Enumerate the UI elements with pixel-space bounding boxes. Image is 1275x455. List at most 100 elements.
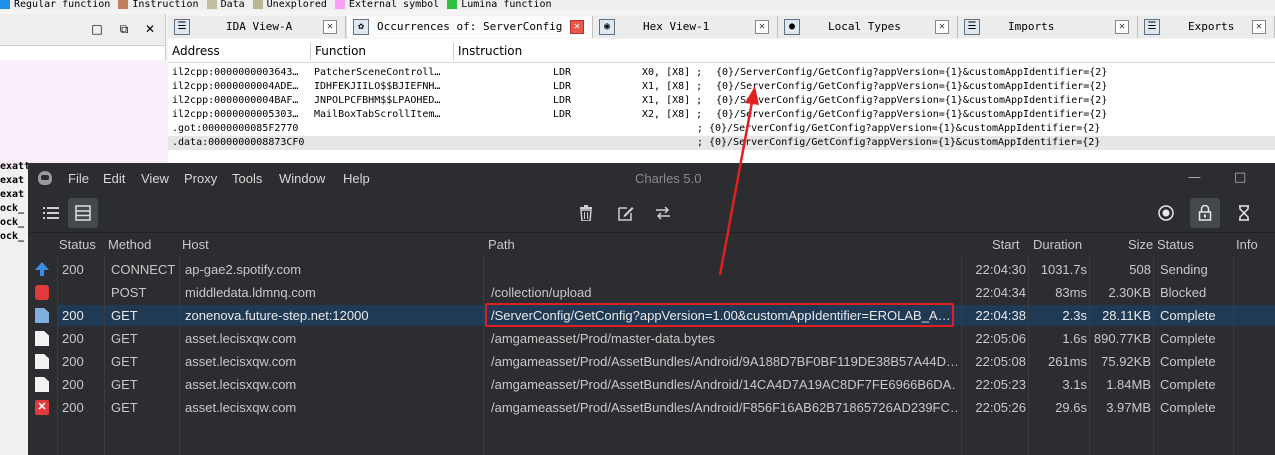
request-row[interactable]: 200 GET asset.lecisxqw.com/amgameasset/Pro… [28, 350, 1275, 373]
function-name-fragment[interactable]: exat [0, 188, 28, 202]
menu-proxy[interactable]: Proxy [184, 171, 217, 187]
column-host[interactable]: Host [182, 234, 209, 256]
ida-tabbar: ☰ IDA View-A ✕ ✿ Occurrences of: ServerConfi… [168, 16, 1275, 38]
occurrences-header: Address Function Instruction [168, 39, 1275, 63]
requests-table: Status Method Host Path Start Duration S… [28, 234, 1275, 455]
occurrence-row[interactable]: il2cpp:0000000005303… MailBoxTabScrollIte… [168, 108, 1275, 122]
request-row[interactable]: POST middledata.ldmnq.com/collection/uplo… [28, 281, 1275, 304]
function-name-fragment[interactable]: ock_ [0, 202, 28, 216]
request-state: Complete [1160, 400, 1216, 415]
window-title: Charles 5.0 [635, 171, 702, 186]
occurrence-row[interactable]: il2cpp:0000000004ADE… IDHFEKJIILO$$BJIEFN… [168, 80, 1275, 94]
tab-local-types[interactable]: ● Local Types ✕ [778, 16, 958, 38]
function-name-fragment[interactable]: ock_ [0, 216, 28, 230]
request-duration: 2.3s [1062, 308, 1087, 323]
occurrence-comment: {0}/ServerConfig/GetConfig?appVersion={1… [716, 109, 1108, 120]
request-row[interactable]: 200 GET asset.lecisxqw.com/amgameasset/Pro… [28, 327, 1275, 350]
column-start[interactable]: Start [992, 234, 1019, 256]
record-button[interactable] [1151, 198, 1181, 228]
ssl-proxying-button[interactable] [1190, 198, 1220, 228]
tab-imports[interactable]: ☰ Imports ✕ [958, 16, 1138, 38]
occurrence-operands: X1, [X8] ; [642, 95, 703, 106]
request-host: asset.lecisxqw.com [185, 354, 297, 369]
occurrence-row[interactable]: .data:0000000008873CF0; {0}/ServerConfig/… [168, 136, 1275, 150]
request-path: /collection/upload [491, 285, 592, 300]
request-row[interactable]: ✕ 200 GET asset.lecisxqw.com/amgameasset/Pr… [28, 396, 1275, 419]
menu-file[interactable]: File [68, 171, 89, 187]
tab-exports[interactable]: ☰ Exports ✕ [1138, 16, 1275, 38]
occurrence-row[interactable]: il2cpp:0000000003643… PatcherSceneControl… [168, 66, 1275, 80]
column-state[interactable]: Status [1157, 234, 1194, 256]
request-start: 22:04:34 [975, 285, 1026, 300]
minimize-icon[interactable]: — [1188, 171, 1201, 185]
function-name-fragment[interactable]: exat [0, 174, 28, 188]
hex-view-icon: ◉ [599, 19, 615, 35]
column-status[interactable]: Status [59, 234, 96, 256]
legend-label: Instruction [132, 0, 199, 10]
request-status: 200 [62, 262, 84, 277]
occurrence-function: PatcherSceneControll… [314, 67, 441, 78]
menu-edit[interactable]: Edit [103, 171, 125, 187]
maximize-icon[interactable]: □ [90, 22, 104, 36]
occurrence-address: il2cpp:0000000005303… [172, 109, 299, 120]
legend-item: Instruction [118, 0, 199, 10]
tab-occurrences-of-serverconfig[interactable]: ✿ Occurrences of: ServerConfig ✕ [347, 16, 593, 38]
function-names-fragment: exatt exat exat ock_ ock_ ock_ [0, 160, 28, 244]
request-row[interactable]: 200 GET asset.lecisxqw.com/amgameasset/Pro… [28, 373, 1275, 396]
menu-window[interactable]: Window [279, 171, 325, 187]
close-icon[interactable]: ✕ [143, 22, 157, 36]
tree-list-icon [43, 207, 59, 219]
close-tab-icon[interactable]: ✕ [1115, 20, 1129, 34]
column-instruction[interactable]: Instruction [458, 39, 522, 63]
occurrence-mnemonic: LDR [553, 81, 572, 92]
column-size[interactable]: Size [1128, 234, 1153, 256]
menu-help[interactable]: Help [343, 171, 370, 187]
function-name-fragment[interactable]: ock_ [0, 230, 28, 244]
column-info[interactable]: Info [1236, 234, 1258, 256]
column-method[interactable]: Method [108, 234, 151, 256]
charles-titlebar: File Edit View Proxy Tools Window Help C… [28, 163, 1275, 195]
float-icon[interactable]: ⧉ [117, 22, 131, 36]
maximize-icon[interactable]: □ [1234, 171, 1246, 185]
column-path[interactable]: Path [488, 234, 515, 256]
lock-icon [1198, 205, 1212, 221]
function-name-fragment[interactable]: exatt [0, 160, 28, 174]
document-icon [35, 331, 49, 346]
functions-pane-titlebar: □ ⧉ ✕ [0, 14, 165, 46]
tab-hex-view-1[interactable]: ◉ Hex View-1 ✕ [593, 16, 778, 38]
functions-list[interactable] [0, 60, 166, 170]
repeat-icon [656, 206, 670, 220]
request-host: asset.lecisxqw.com [185, 377, 297, 392]
clear-session-button[interactable] [571, 198, 601, 228]
sequence-view-button[interactable] [68, 198, 98, 228]
occurrence-function: MailBoxTabScrollItem… [314, 109, 441, 120]
close-tab-icon[interactable]: ✕ [1252, 20, 1266, 34]
repeat-request-button[interactable] [648, 198, 678, 228]
close-tab-icon[interactable]: ✕ [323, 20, 337, 34]
menu-tools[interactable]: Tools [232, 171, 262, 187]
menu-view[interactable]: View [141, 171, 169, 187]
occurrence-row[interactable]: il2cpp:0000000004BAF… JNPOLPCFBHM$$LPAOHE… [168, 94, 1275, 108]
column-function[interactable]: Function [315, 39, 366, 63]
legend-item: Lumina function [447, 0, 552, 10]
request-duration: 1031.7s [1040, 262, 1087, 277]
column-duration[interactable]: Duration [1033, 234, 1082, 256]
edit-request-button[interactable] [611, 198, 641, 228]
request-row[interactable]: 200 CONNECT ap-gae2.spotify.com 22:04:30 103… [28, 258, 1275, 281]
request-status: 200 [62, 308, 84, 323]
close-tab-icon[interactable]: ✕ [755, 20, 769, 34]
request-size: 890.77KB [1093, 331, 1151, 346]
tab-ida-view-a[interactable]: ☰ IDA View-A ✕ [168, 16, 346, 38]
upload-arrow-icon [35, 262, 49, 276]
request-host: ap-gae2.spotify.com [185, 262, 302, 277]
occurrence-comment: {0}/ServerConfig/GetConfig?appVersion={1… [716, 81, 1108, 92]
request-method: GET [111, 331, 138, 346]
close-tab-icon[interactable]: ✕ [570, 20, 584, 34]
throttling-button[interactable] [1229, 198, 1259, 228]
occurrence-row[interactable]: .got:00000000085F2770; {0}/ServerConfig/G… [168, 122, 1275, 136]
close-tab-icon[interactable]: ✕ [935, 20, 949, 34]
column-address[interactable]: Address [172, 39, 220, 63]
structure-view-button[interactable] [36, 198, 66, 228]
request-size: 1.84MB [1106, 377, 1151, 392]
legend-item: Regular function [0, 0, 110, 10]
